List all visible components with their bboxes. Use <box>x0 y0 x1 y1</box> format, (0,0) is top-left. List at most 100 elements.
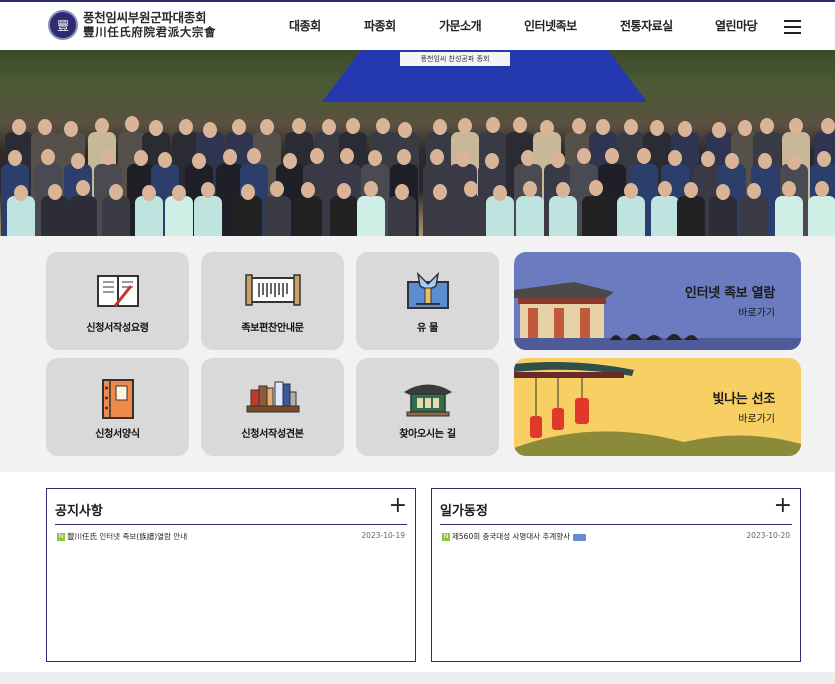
tile-directions[interactable]: 찾아오시는 길 <box>356 358 499 456</box>
nav-item-open-forum[interactable]: 열린마당 <box>715 17 758 34</box>
crowd-head <box>485 152 500 169</box>
crowd-body <box>739 196 768 236</box>
crowd-body <box>7 196 36 236</box>
logo-title-hanja: 豐川任氏府院君派大宗會 <box>83 25 217 39</box>
list-item[interactable]: N 제560회 충국대성 사명대사 추계향사 <box>442 531 792 542</box>
crowd-head <box>37 118 52 135</box>
crowd-head <box>550 151 565 168</box>
hanok-illustration <box>514 282 801 350</box>
binder-icon <box>100 378 136 424</box>
hamburger-icon[interactable] <box>784 20 801 34</box>
book-pen-icon <box>95 272 141 314</box>
tile-genealogy-notice[interactable]: 족보편찬안내문 <box>201 252 344 350</box>
crowd-head <box>757 153 772 170</box>
crowd-head <box>520 150 535 167</box>
tile-application-form[interactable]: 신청서양식 <box>46 358 189 456</box>
crowd-head <box>636 148 651 165</box>
crowd-head <box>41 148 56 165</box>
crowd-head <box>336 183 351 200</box>
crowd-body <box>263 196 292 236</box>
nav-item-traditional-archive[interactable]: 전통자료실 <box>620 17 673 34</box>
crowd-head <box>787 153 802 170</box>
banner-internet-genealogy[interactable]: 인터넷 족보 열람 바로가기 <box>514 252 801 350</box>
news-title: 일가동정 <box>440 504 488 519</box>
crowd-head <box>816 150 831 167</box>
crowd-head <box>283 153 298 170</box>
site-header: 豐 풍천임씨부원군파대종회 豐川任氏府院君派大宗會 대종회 파종회 가문소개 인… <box>0 0 835 50</box>
crowd-body <box>357 196 386 236</box>
bookshelf-icon <box>245 378 301 418</box>
crowd-body <box>774 196 803 236</box>
board-section: 공지사항 + N 豐川任氏 인터넷 족보(族譜)열람 안내 2023-10-19 … <box>0 472 835 684</box>
new-badge: N <box>57 533 65 541</box>
crowd-head <box>624 182 639 199</box>
crowd-figures <box>0 108 835 236</box>
crowd-body <box>807 196 835 236</box>
tile-label: 신청서작성견본 <box>241 429 304 440</box>
nav-item-daejonghoe[interactable]: 대종회 <box>289 17 321 34</box>
banner-title: 빛나는 선조 <box>712 392 775 407</box>
crowd-body <box>233 196 262 236</box>
tile-application-guide[interactable]: 신청서작성요령 <box>46 252 189 350</box>
tile-application-sample[interactable]: 신청서작성견본 <box>201 358 344 456</box>
crowd-body <box>41 196 70 236</box>
crowd-head <box>367 149 382 166</box>
crowd-body <box>68 196 97 236</box>
crowd-head <box>715 184 730 201</box>
crowd-body <box>457 196 486 236</box>
footer-strip <box>0 672 835 684</box>
crowd-head <box>149 120 164 137</box>
crowd-body <box>388 196 417 236</box>
tile-label: 찾아오시는 길 <box>399 429 456 440</box>
crowd-body <box>425 196 454 236</box>
logo-title-korean: 풍천임씨부원군파대종회 <box>83 10 207 25</box>
crowd-head <box>821 117 835 134</box>
list-item-date: 2023-10-20 <box>746 531 790 540</box>
crowd-head <box>322 118 337 135</box>
crowd-body <box>548 196 577 236</box>
family-news-board: 일가동정 + N 제560회 충국대성 사명대사 추계향사 2023-10-20 <box>431 488 801 662</box>
crowd-head <box>48 183 63 200</box>
new-badge: N <box>442 533 450 541</box>
banner-illustrious-ancestors[interactable]: 빛나는 선조 바로가기 <box>514 358 801 456</box>
nav-item-family-intro[interactable]: 가문소개 <box>439 17 482 34</box>
crowd-head <box>486 116 501 133</box>
crowd-head <box>432 183 447 200</box>
crowd-head <box>430 148 445 165</box>
crowd-head <box>398 121 413 138</box>
crowd-body <box>515 196 544 236</box>
plus-icon[interactable]: + <box>389 495 407 517</box>
crowd-head <box>94 117 109 134</box>
crowd-body <box>194 196 223 236</box>
site-logo[interactable]: 豐 풍천임씨부원군파대종회 豐川任氏府院君派大宗會 <box>48 10 216 40</box>
crowd-head <box>781 181 796 198</box>
crowd-head <box>737 119 752 136</box>
notice-title: 공지사항 <box>55 504 103 519</box>
nav-item-internet-genealogy[interactable]: 인터넷족보 <box>524 17 577 34</box>
banner-title: 인터넷 족보 열람 <box>684 286 775 301</box>
crowd-body <box>581 196 610 236</box>
crowd-head <box>512 116 527 133</box>
crowd-head <box>759 117 774 134</box>
list-item-text: 제560회 충국대성 사명대사 추계향사 <box>452 532 571 541</box>
banner-link[interactable]: 바로가기 <box>738 304 775 319</box>
crowd-head <box>667 150 682 167</box>
crowd-head <box>456 150 471 167</box>
scroll-icon <box>244 272 301 312</box>
logo-emblem-icon: 豐 <box>48 10 78 40</box>
nav-item-pajonghoe[interactable]: 파종회 <box>364 17 396 34</box>
list-item-text: 豐川任氏 인터넷 족보(族譜)열람 안내 <box>67 532 188 541</box>
crowd-head <box>678 120 693 137</box>
crowd-head <box>396 148 411 165</box>
crowd-head <box>203 121 218 138</box>
crowd-head <box>124 116 139 133</box>
crowd-head <box>101 148 116 165</box>
banner-link[interactable]: 바로가기 <box>738 410 775 425</box>
list-item[interactable]: N 豐川任氏 인터넷 족보(族譜)열람 안내 <box>57 531 407 542</box>
tile-label: 신청서양식 <box>95 429 140 440</box>
crowd-head <box>711 121 726 138</box>
plus-icon[interactable]: + <box>774 495 792 517</box>
crowd-body <box>708 196 737 236</box>
tile-artifacts[interactable]: 유 물 <box>356 252 499 350</box>
crowd-head <box>746 183 761 200</box>
